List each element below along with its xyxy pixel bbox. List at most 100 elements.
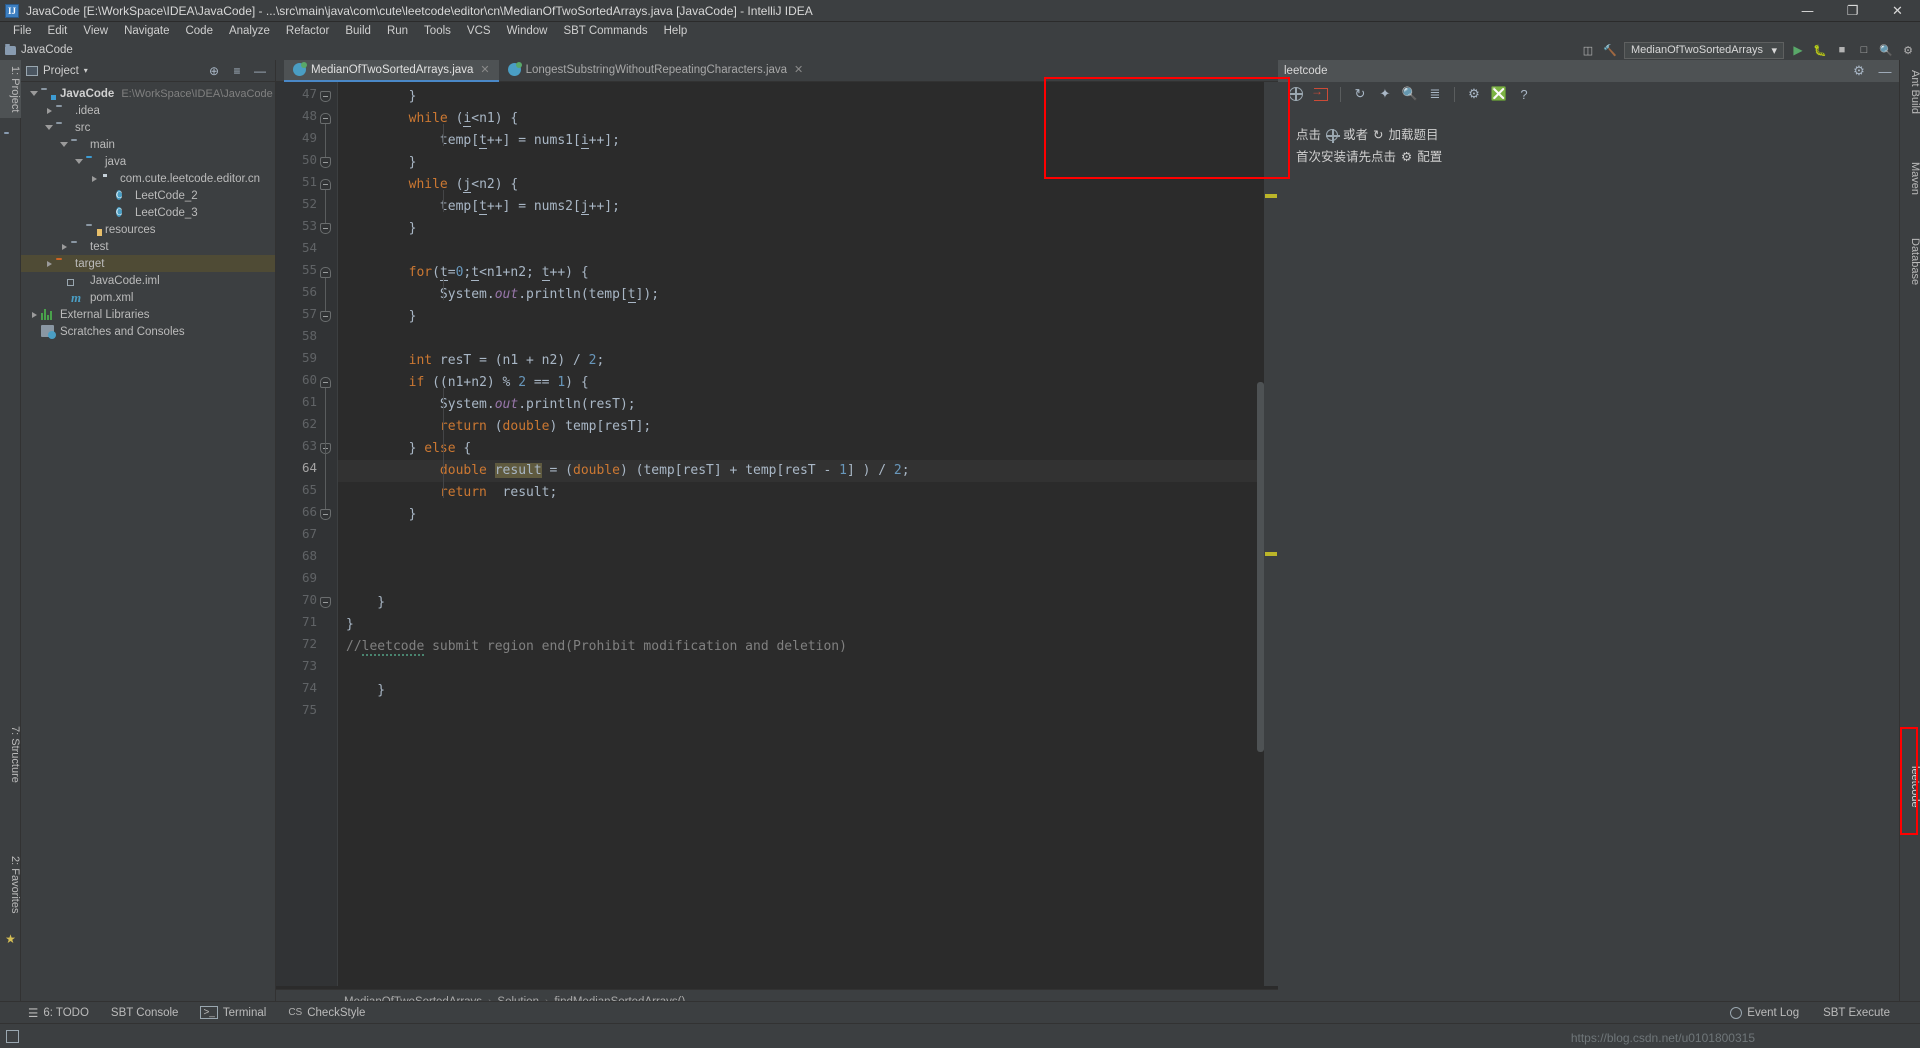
toggle-toolbars-icon[interactable]	[6, 1030, 19, 1043]
menu-navigate[interactable]: Navigate	[116, 24, 177, 38]
close-icon[interactable]: ✕	[480, 63, 489, 76]
chevron-right-icon[interactable]	[57, 244, 71, 250]
code-line-51[interactable]: while (j<n2) {	[338, 174, 1278, 196]
search-icon[interactable]: 🔍	[1878, 42, 1894, 58]
close-icon[interactable]: ✕	[794, 63, 803, 76]
close-button[interactable]: ✕	[1875, 0, 1920, 22]
chevron-right-icon[interactable]	[87, 176, 101, 182]
menu-window[interactable]: Window	[499, 24, 556, 38]
bottom-item-terminal[interactable]: >_ Terminal	[200, 1006, 266, 1019]
code-line-68[interactable]	[338, 548, 1278, 570]
code-line-62[interactable]: return (double) temp[resT];	[338, 416, 1278, 438]
code-line-72[interactable]: //leetcode submit region end(Prohibit mo…	[338, 636, 1278, 658]
tree-node-src[interactable]: src	[21, 119, 275, 136]
code-line-48[interactable]: while (i<n1) {	[338, 108, 1278, 130]
bottom-item-event-log[interactable]: Event Log	[1730, 1007, 1799, 1019]
code-fold-toggle[interactable]	[320, 91, 331, 102]
menu-refactor[interactable]: Refactor	[278, 24, 337, 38]
menu-vcs[interactable]: VCS	[459, 24, 499, 38]
sidebar-item-favorites[interactable]: 2: Favorites	[0, 850, 21, 919]
chevron-down-icon[interactable]	[42, 125, 56, 130]
hide-panel-icon[interactable]: —	[253, 64, 267, 78]
code-line-55[interactable]: for(t=0;t<n1+n2; t++) {	[338, 262, 1278, 284]
code-line-52[interactable]: temp[t++] = nums2[j++];	[338, 196, 1278, 218]
code-line-67[interactable]	[338, 526, 1278, 548]
code-line-57[interactable]: }	[338, 306, 1278, 328]
settings-icon[interactable]: ⚙	[1900, 42, 1916, 58]
code-line-75[interactable]	[338, 702, 1278, 724]
menu-build[interactable]: Build	[337, 24, 379, 38]
code-line-63[interactable]: } else {	[338, 438, 1278, 460]
menu-run[interactable]: Run	[379, 24, 416, 38]
tree-node-test[interactable]: test	[21, 238, 275, 255]
help-icon[interactable]: ?	[1516, 86, 1532, 102]
chevron-down-icon[interactable]	[27, 91, 41, 96]
code-fold-toggle[interactable]	[320, 509, 331, 520]
minimize-button[interactable]: —	[1785, 0, 1830, 22]
code-line-49[interactable]: temp[t++] = nums1[i++];	[338, 130, 1278, 152]
tree-node-external-libraries[interactable]: External Libraries	[21, 306, 275, 323]
tree-node-idea[interactable]: .idea	[21, 102, 275, 119]
breadcrumb[interactable]: JavaCode	[5, 44, 73, 56]
code-line-64[interactable]: double result = (double) (temp[resT] + t…	[338, 460, 1278, 482]
chevron-down-icon[interactable]	[72, 159, 86, 164]
tree-node-javacode[interactable]: JavaCodeE:\WorkSpace\IDEA\JavaCode	[21, 85, 275, 102]
hide-panel-icon[interactable]: —	[1877, 63, 1893, 79]
bottom-item-sbt-console[interactable]: SBT Console	[111, 1007, 179, 1019]
code-line-50[interactable]: }	[338, 152, 1278, 174]
tree-node-scratches-and-consoles[interactable]: Scratches and Consoles	[21, 323, 275, 340]
menu-view[interactable]: View	[75, 24, 116, 38]
close-icon[interactable]: ❎	[1491, 86, 1507, 102]
menu-tools[interactable]: Tools	[416, 24, 459, 38]
code-line-60[interactable]: if ((n1+n2) % 2 == 1) {	[338, 372, 1278, 394]
layout-icon[interactable]: ◫	[1580, 42, 1596, 58]
wand-icon[interactable]: ✦	[1377, 86, 1393, 102]
code-line-54[interactable]	[338, 240, 1278, 262]
settings-icon[interactable]: ⚙	[1466, 86, 1482, 102]
menu-analyze[interactable]: Analyze	[221, 24, 278, 38]
debug-icon[interactable]: 🐛	[1812, 42, 1828, 58]
sidebar-item-ant-build[interactable]: Ant Build	[1900, 64, 1920, 120]
source-code[interactable]: } while (i<n1) { temp[t++] = nums1[i++];…	[338, 82, 1278, 986]
sidebar-item-database[interactable]: Database	[1900, 232, 1920, 291]
code-fold-toggle[interactable]	[320, 223, 331, 234]
tree-node-javacode-iml[interactable]: JavaCode.iml	[21, 272, 275, 289]
tree-node-com-cute-leetcode-editor-cn[interactable]: com.cute.leetcode.editor.cn	[21, 170, 275, 187]
chevron-right-icon[interactable]	[42, 261, 56, 267]
chevron-right-icon[interactable]	[42, 108, 56, 114]
code-fold-toggle[interactable]	[320, 267, 331, 278]
code-fold-toggle[interactable]	[320, 113, 331, 124]
code-line-66[interactable]: }	[338, 504, 1278, 526]
code-line-69[interactable]	[338, 570, 1278, 592]
hammer-icon[interactable]: 🔨	[1602, 42, 1618, 58]
editor-scrollbar-thumb[interactable]	[1257, 382, 1264, 752]
globe-icon[interactable]	[1288, 86, 1304, 102]
sidebar-item-maven[interactable]: Maven	[1900, 156, 1920, 201]
login-icon[interactable]	[1313, 86, 1329, 102]
code-editor[interactable]: 4748495051525354555657585960616263646566…	[276, 82, 1278, 986]
code-line-65[interactable]: return result;	[338, 482, 1278, 504]
tree-node-java[interactable]: java	[21, 153, 275, 170]
collapse-all-icon[interactable]: ≡	[230, 64, 244, 78]
tree-node-main[interactable]: main	[21, 136, 275, 153]
menu-sbt-commands[interactable]: SBT Commands	[555, 24, 655, 38]
settings-icon[interactable]: ⚙	[1851, 63, 1867, 79]
code-line-47[interactable]: }	[338, 86, 1278, 108]
code-fold-toggle[interactable]	[320, 157, 331, 168]
code-fold-toggle[interactable]	[320, 377, 331, 388]
code-line-56[interactable]: System.out.println(temp[t]);	[338, 284, 1278, 306]
menu-file[interactable]: File	[5, 24, 40, 38]
code-line-73[interactable]	[338, 658, 1278, 680]
menu-edit[interactable]: Edit	[40, 24, 76, 38]
locate-file-icon[interactable]: ⊕	[207, 64, 221, 78]
code-fold-toggle[interactable]	[320, 597, 331, 608]
run-icon[interactable]: ▶	[1790, 42, 1806, 58]
code-line-58[interactable]	[338, 328, 1278, 350]
editor-tab-0[interactable]: MedianOfTwoSortedArrays.java✕	[284, 60, 499, 82]
run-configuration-selector[interactable]: MedianOfTwoSortedArrays ▾	[1624, 42, 1784, 59]
tree-node-leetcode-2[interactable]: CLeetCode_2	[21, 187, 275, 204]
profile-icon[interactable]: □	[1856, 42, 1872, 58]
bottom-item-sbt-execute[interactable]: SBT Execute	[1823, 1007, 1890, 1019]
tree-node-target[interactable]: target	[21, 255, 275, 272]
marker-scrollbar[interactable]	[1264, 82, 1278, 986]
